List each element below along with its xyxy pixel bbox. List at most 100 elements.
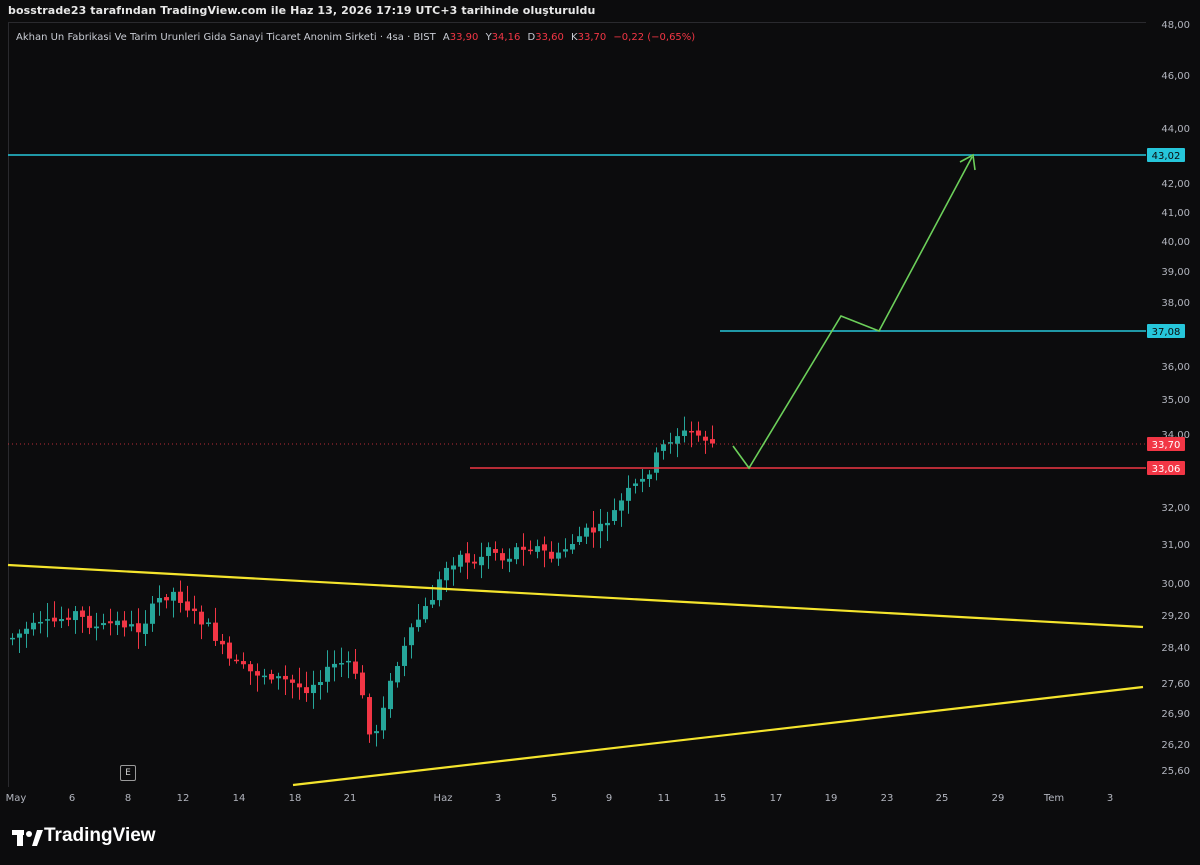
price-tick-label: 26,90 — [1161, 709, 1190, 720]
candle-body — [430, 599, 435, 605]
price-tick-label: 35,00 — [1161, 395, 1190, 406]
candle-body — [108, 621, 113, 624]
price-tick-label: 32,00 — [1161, 503, 1190, 514]
footer-bar — [0, 808, 1200, 865]
candle-body — [549, 551, 554, 559]
candle-body — [556, 552, 561, 559]
candle-body — [255, 671, 260, 676]
candle-body — [66, 617, 71, 620]
candle-body — [353, 661, 358, 674]
price-tick-label: 30,00 — [1161, 579, 1190, 590]
candle-body — [402, 645, 407, 666]
candle-body — [192, 608, 197, 612]
candle-body — [710, 439, 715, 444]
candle-body — [654, 452, 659, 473]
candle-body — [675, 436, 680, 444]
candle-body — [542, 544, 547, 551]
candle-body — [290, 679, 295, 683]
candle-body — [395, 666, 400, 683]
candle-body — [199, 611, 204, 625]
candle-body — [626, 487, 631, 501]
chart-canvas[interactable]: 48,00 46,00 44,00 42,00 41,00 40,00 39,00 38,00… — [0, 0, 1200, 808]
time-tick-label: 9 — [606, 793, 612, 804]
candle-body — [241, 661, 246, 665]
candle-body — [269, 673, 274, 680]
candle-body — [129, 624, 134, 627]
price-tick-label: 38,00 — [1161, 298, 1190, 309]
high-value: 34,16 — [491, 32, 521, 43]
candle-body — [416, 619, 421, 628]
candle-body — [605, 522, 610, 526]
candle-body — [10, 637, 15, 640]
projection-path — [732, 156, 973, 470]
price-tick-label: 36,00 — [1161, 362, 1190, 373]
candle-body — [682, 430, 687, 436]
change-value: −0,22 (−0,65%) — [613, 32, 696, 43]
candle-body — [325, 666, 330, 682]
candle-body — [388, 680, 393, 710]
time-tick-label: 8 — [125, 793, 131, 804]
price-tick-label: 29,20 — [1161, 611, 1190, 622]
candle-body — [696, 430, 701, 436]
candle-body — [31, 622, 36, 630]
earnings-event-badge[interactable]: E — [120, 765, 136, 781]
close-value: 33,70 — [577, 32, 607, 43]
price-tick-label: 28,40 — [1161, 643, 1190, 654]
candle-body — [185, 601, 190, 611]
time-tick-label: 6 — [69, 793, 75, 804]
price-tag-label: 33,06 — [1152, 464, 1181, 475]
candle-body — [87, 615, 92, 628]
candle-body — [444, 567, 449, 581]
price-tick-label: 41,00 — [1161, 208, 1190, 219]
price-tick-label: 26,20 — [1161, 740, 1190, 751]
open-label: A — [442, 32, 450, 43]
time-tick-label: 14 — [233, 793, 246, 804]
price-axis: 48,00 46,00 44,00 42,00 41,00 40,00 39,00 38,00… — [1146, 20, 1200, 786]
candle-body — [563, 549, 568, 552]
candle-body — [360, 672, 365, 696]
price-tick-label: 40,00 — [1161, 237, 1190, 248]
open-value: 33,90 — [449, 32, 479, 43]
candle-body — [486, 547, 491, 556]
candle-body — [311, 684, 316, 694]
candle-body — [451, 565, 456, 570]
candle-body — [514, 547, 519, 560]
time-axis: May 6 8 12 14 18 21 Haz 3 5 9 11 15 17 19 23 25 29 Tem 3 — [6, 793, 1114, 804]
price-tick-label: 44,00 — [1161, 124, 1190, 135]
candle-body — [423, 606, 428, 620]
time-tick-label: 3 — [1107, 793, 1113, 804]
candle-body — [661, 444, 666, 451]
candle-body — [689, 430, 694, 433]
candle-body — [647, 474, 652, 480]
low-value: 33,60 — [535, 32, 564, 43]
price-tick-label: 25,60 — [1161, 766, 1190, 777]
time-tick-label: 23 — [881, 793, 894, 804]
time-tick-label: 12 — [177, 793, 190, 804]
price-tick-label: 31,00 — [1161, 540, 1190, 551]
candle-body — [507, 558, 512, 562]
price-tag-label: 33,70 — [1152, 440, 1181, 451]
time-tick-label: 21 — [344, 793, 357, 804]
candle-body — [584, 527, 589, 537]
candle-body — [45, 619, 50, 621]
candles-group — [10, 416, 715, 747]
tradingview-wordmark: TradingView — [44, 825, 156, 846]
candle-body — [458, 554, 463, 567]
time-tick-label: 15 — [714, 793, 727, 804]
candle-body — [570, 544, 575, 550]
candle-body — [381, 707, 386, 731]
candle-body — [38, 621, 43, 624]
candle-body — [465, 553, 470, 563]
projection-arrowhead-icon — [959, 153, 976, 171]
candle-body — [178, 591, 183, 603]
candle-body — [157, 597, 162, 603]
candle-body — [94, 626, 99, 629]
candle-body — [171, 591, 176, 601]
price-tick-label: 39,00 — [1161, 267, 1190, 278]
candle-body — [234, 659, 239, 662]
candle-body — [374, 731, 379, 734]
candle-body — [101, 623, 106, 626]
candle-body — [640, 478, 645, 482]
candle-body — [80, 610, 85, 617]
time-tick-label: 17 — [770, 793, 783, 804]
